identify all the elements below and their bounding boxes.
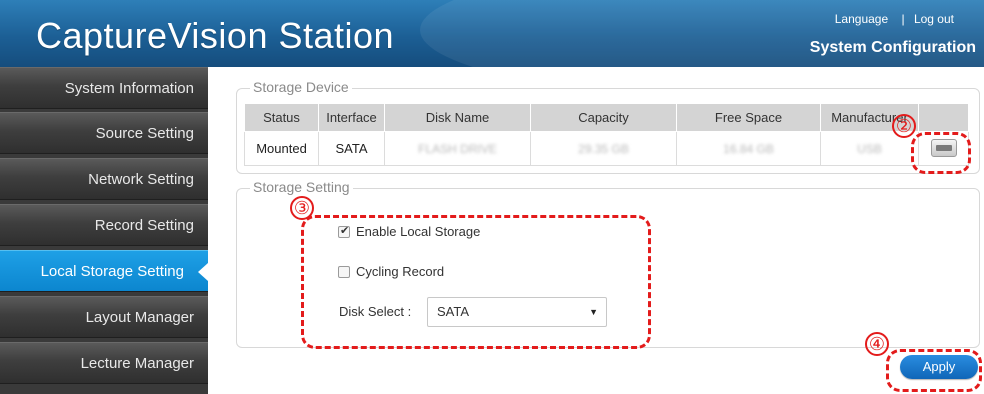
link-separator: |: [901, 12, 905, 26]
header-bar: CaptureVision Station Language | Log out…: [0, 0, 984, 67]
column-header-capacity: Capacity: [530, 103, 677, 132]
table-row: Mounted SATA FLASH DRIVE 29.35 GB 16.84 …: [244, 131, 969, 166]
sidebar-item-local-storage-setting[interactable]: Local Storage Setting: [0, 250, 208, 292]
cell-capacity: 29.35 GB: [530, 131, 677, 166]
blurred-free-space: 16.84 GB: [723, 142, 774, 156]
annotation-box-2: [911, 132, 971, 174]
annotation-box-3: [301, 215, 651, 349]
table-header-row: Status Interface Disk Name Capacity Free…: [244, 103, 969, 132]
column-header-action: [918, 103, 969, 132]
language-link[interactable]: Language: [835, 12, 888, 26]
cell-interface: SATA: [318, 131, 385, 166]
cell-status: Mounted: [244, 131, 319, 166]
annotation-marker-2: ②: [892, 114, 916, 138]
sidebar-item-label: Record Setting: [94, 217, 194, 234]
column-header-free-space: Free Space: [676, 103, 821, 132]
sidebar-item-layout-manager[interactable]: Layout Manager: [0, 296, 208, 338]
blurred-manufacturer: USB: [857, 142, 882, 156]
column-header-status: Status: [244, 103, 319, 132]
cell-free-space: 16.84 GB: [676, 131, 821, 166]
logout-link[interactable]: Log out: [914, 12, 954, 26]
sidebar-item-label: Local Storage Setting: [40, 263, 184, 280]
sidebar-item-system-information[interactable]: System Information: [0, 67, 208, 109]
sidebar-item-label: System Information: [64, 80, 194, 97]
blurred-capacity: 29.35 GB: [578, 142, 629, 156]
blurred-disk-name: FLASH DRIVE: [418, 142, 497, 156]
cell-disk-name: FLASH DRIVE: [384, 131, 531, 166]
sidebar-item-label: Layout Manager: [85, 309, 194, 326]
sidebar-item-record-setting[interactable]: Record Setting: [0, 204, 208, 246]
annotation-marker-3: ③: [290, 196, 314, 220]
sidebar: System Information Source Setting Networ…: [0, 67, 208, 394]
storage-device-legend: Storage Device: [250, 79, 352, 95]
apply-button[interactable]: Apply: [900, 355, 978, 379]
sidebar-item-network-setting[interactable]: Network Setting: [0, 158, 208, 200]
storage-device-table: Status Interface Disk Name Capacity Free…: [244, 103, 969, 166]
sidebar-item-lecture-manager[interactable]: Lecture Manager: [0, 342, 208, 384]
sidebar-item-label: Source Setting: [95, 125, 194, 142]
top-links: Language | Log out: [835, 12, 954, 26]
app-title: CaptureVision Station: [36, 15, 395, 56]
column-header-interface: Interface: [318, 103, 385, 132]
page-heading: System Configuration: [809, 39, 976, 56]
storage-setting-legend: Storage Setting: [250, 179, 353, 195]
annotation-marker-4: ④: [865, 332, 889, 356]
sidebar-item-source-setting[interactable]: Source Setting: [0, 112, 208, 154]
column-header-disk-name: Disk Name: [384, 103, 531, 132]
active-caret-icon: [198, 263, 208, 281]
sidebar-item-label: Lecture Manager: [80, 355, 194, 372]
sidebar-item-label: Network Setting: [88, 171, 194, 188]
